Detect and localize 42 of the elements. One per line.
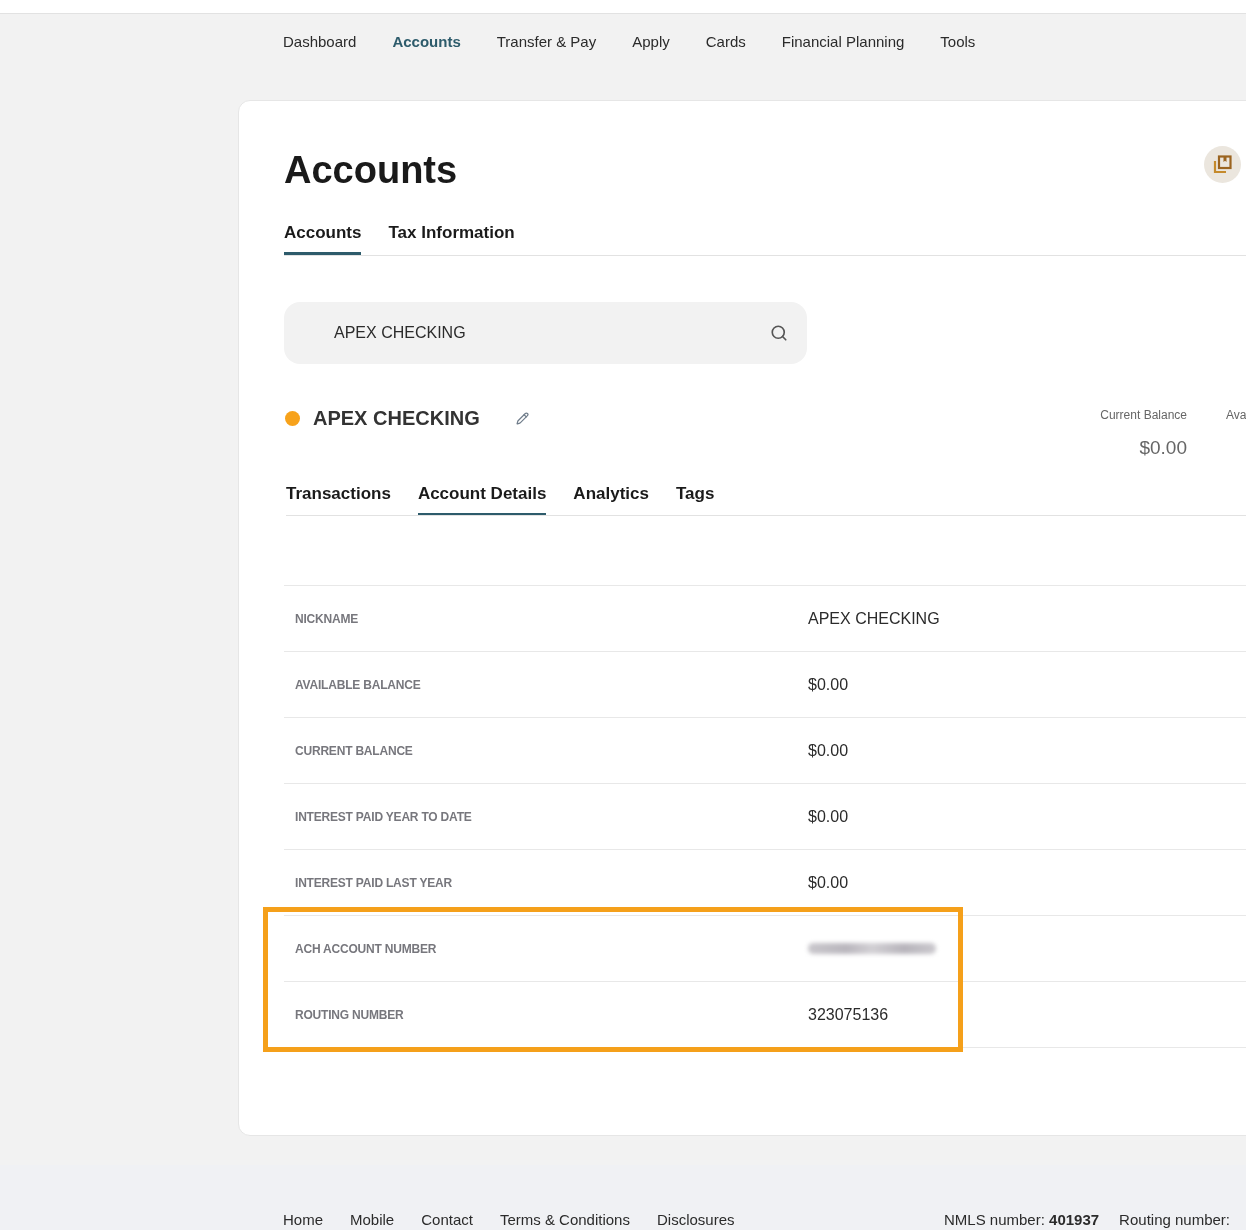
tab[interactable]: Analytics bbox=[573, 472, 649, 515]
detail-label: NICKNAME bbox=[294, 611, 359, 626]
footer-link[interactable]: Disclosures bbox=[656, 1211, 735, 1228]
tab[interactable]: Transactions bbox=[286, 472, 391, 515]
stacked-pages-icon[interactable] bbox=[1204, 146, 1241, 183]
nav-link[interactable]: Transfer & Pay bbox=[496, 32, 597, 52]
footer-link[interactable]: Terms & Conditions bbox=[499, 1211, 630, 1228]
nav-link[interactable]: Apply bbox=[632, 32, 670, 52]
tab[interactable]: Tax Information bbox=[388, 212, 515, 255]
detail-label: INTEREST PAID YEAR TO DATE bbox=[294, 809, 472, 824]
footer-info: Routing number: bbox=[1119, 1211, 1230, 1228]
detail-label: CURRENT BALANCE bbox=[294, 743, 413, 758]
footer-link[interactable]: Contact bbox=[421, 1211, 473, 1228]
detail-label: INTEREST PAID LAST YEAR bbox=[294, 875, 452, 890]
balance-label: Ava bbox=[1226, 407, 1246, 423]
balance-amount: $0.00 bbox=[1139, 436, 1187, 460]
detail-label: ROUTING NUMBER bbox=[294, 1007, 404, 1022]
nav-link[interactable]: Accounts bbox=[392, 32, 461, 52]
account-name: APEX CHECKING bbox=[313, 406, 480, 431]
detail-value: 323075136 bbox=[808, 1005, 889, 1024]
detail-value: $0.00 bbox=[808, 873, 849, 892]
nav-link[interactable]: Dashboard bbox=[283, 32, 357, 52]
nav-link[interactable]: Tools bbox=[940, 32, 976, 52]
footer-link[interactable]: Home bbox=[283, 1211, 323, 1228]
detail-label: AVAILABLE BALANCE bbox=[294, 677, 421, 692]
balance-label: Current Balance bbox=[1100, 407, 1187, 423]
detail-value: $0.00 bbox=[808, 741, 849, 760]
nav-link[interactable]: Cards bbox=[705, 32, 746, 52]
detail-value: APEX CHECKING bbox=[808, 609, 940, 628]
tab[interactable]: Account Details bbox=[417, 472, 547, 515]
search-icon[interactable] bbox=[770, 324, 788, 342]
tab[interactable]: Accounts bbox=[284, 212, 362, 255]
detail-value: $0.00 bbox=[808, 807, 849, 826]
pencil-icon[interactable] bbox=[515, 411, 529, 425]
tab[interactable]: Tags bbox=[675, 472, 715, 515]
detail-value: $0.00 bbox=[808, 675, 849, 694]
footer-link[interactable]: Mobile bbox=[350, 1211, 395, 1228]
detail-label: ACH ACCOUNT NUMBER bbox=[294, 941, 437, 956]
footer-info: NMLS number: 401937 bbox=[944, 1211, 1100, 1228]
nav-link[interactable]: Financial Planning bbox=[781, 32, 905, 52]
search-field[interactable]: APEX CHECKING bbox=[284, 302, 807, 364]
page-title: Accounts bbox=[284, 148, 458, 192]
